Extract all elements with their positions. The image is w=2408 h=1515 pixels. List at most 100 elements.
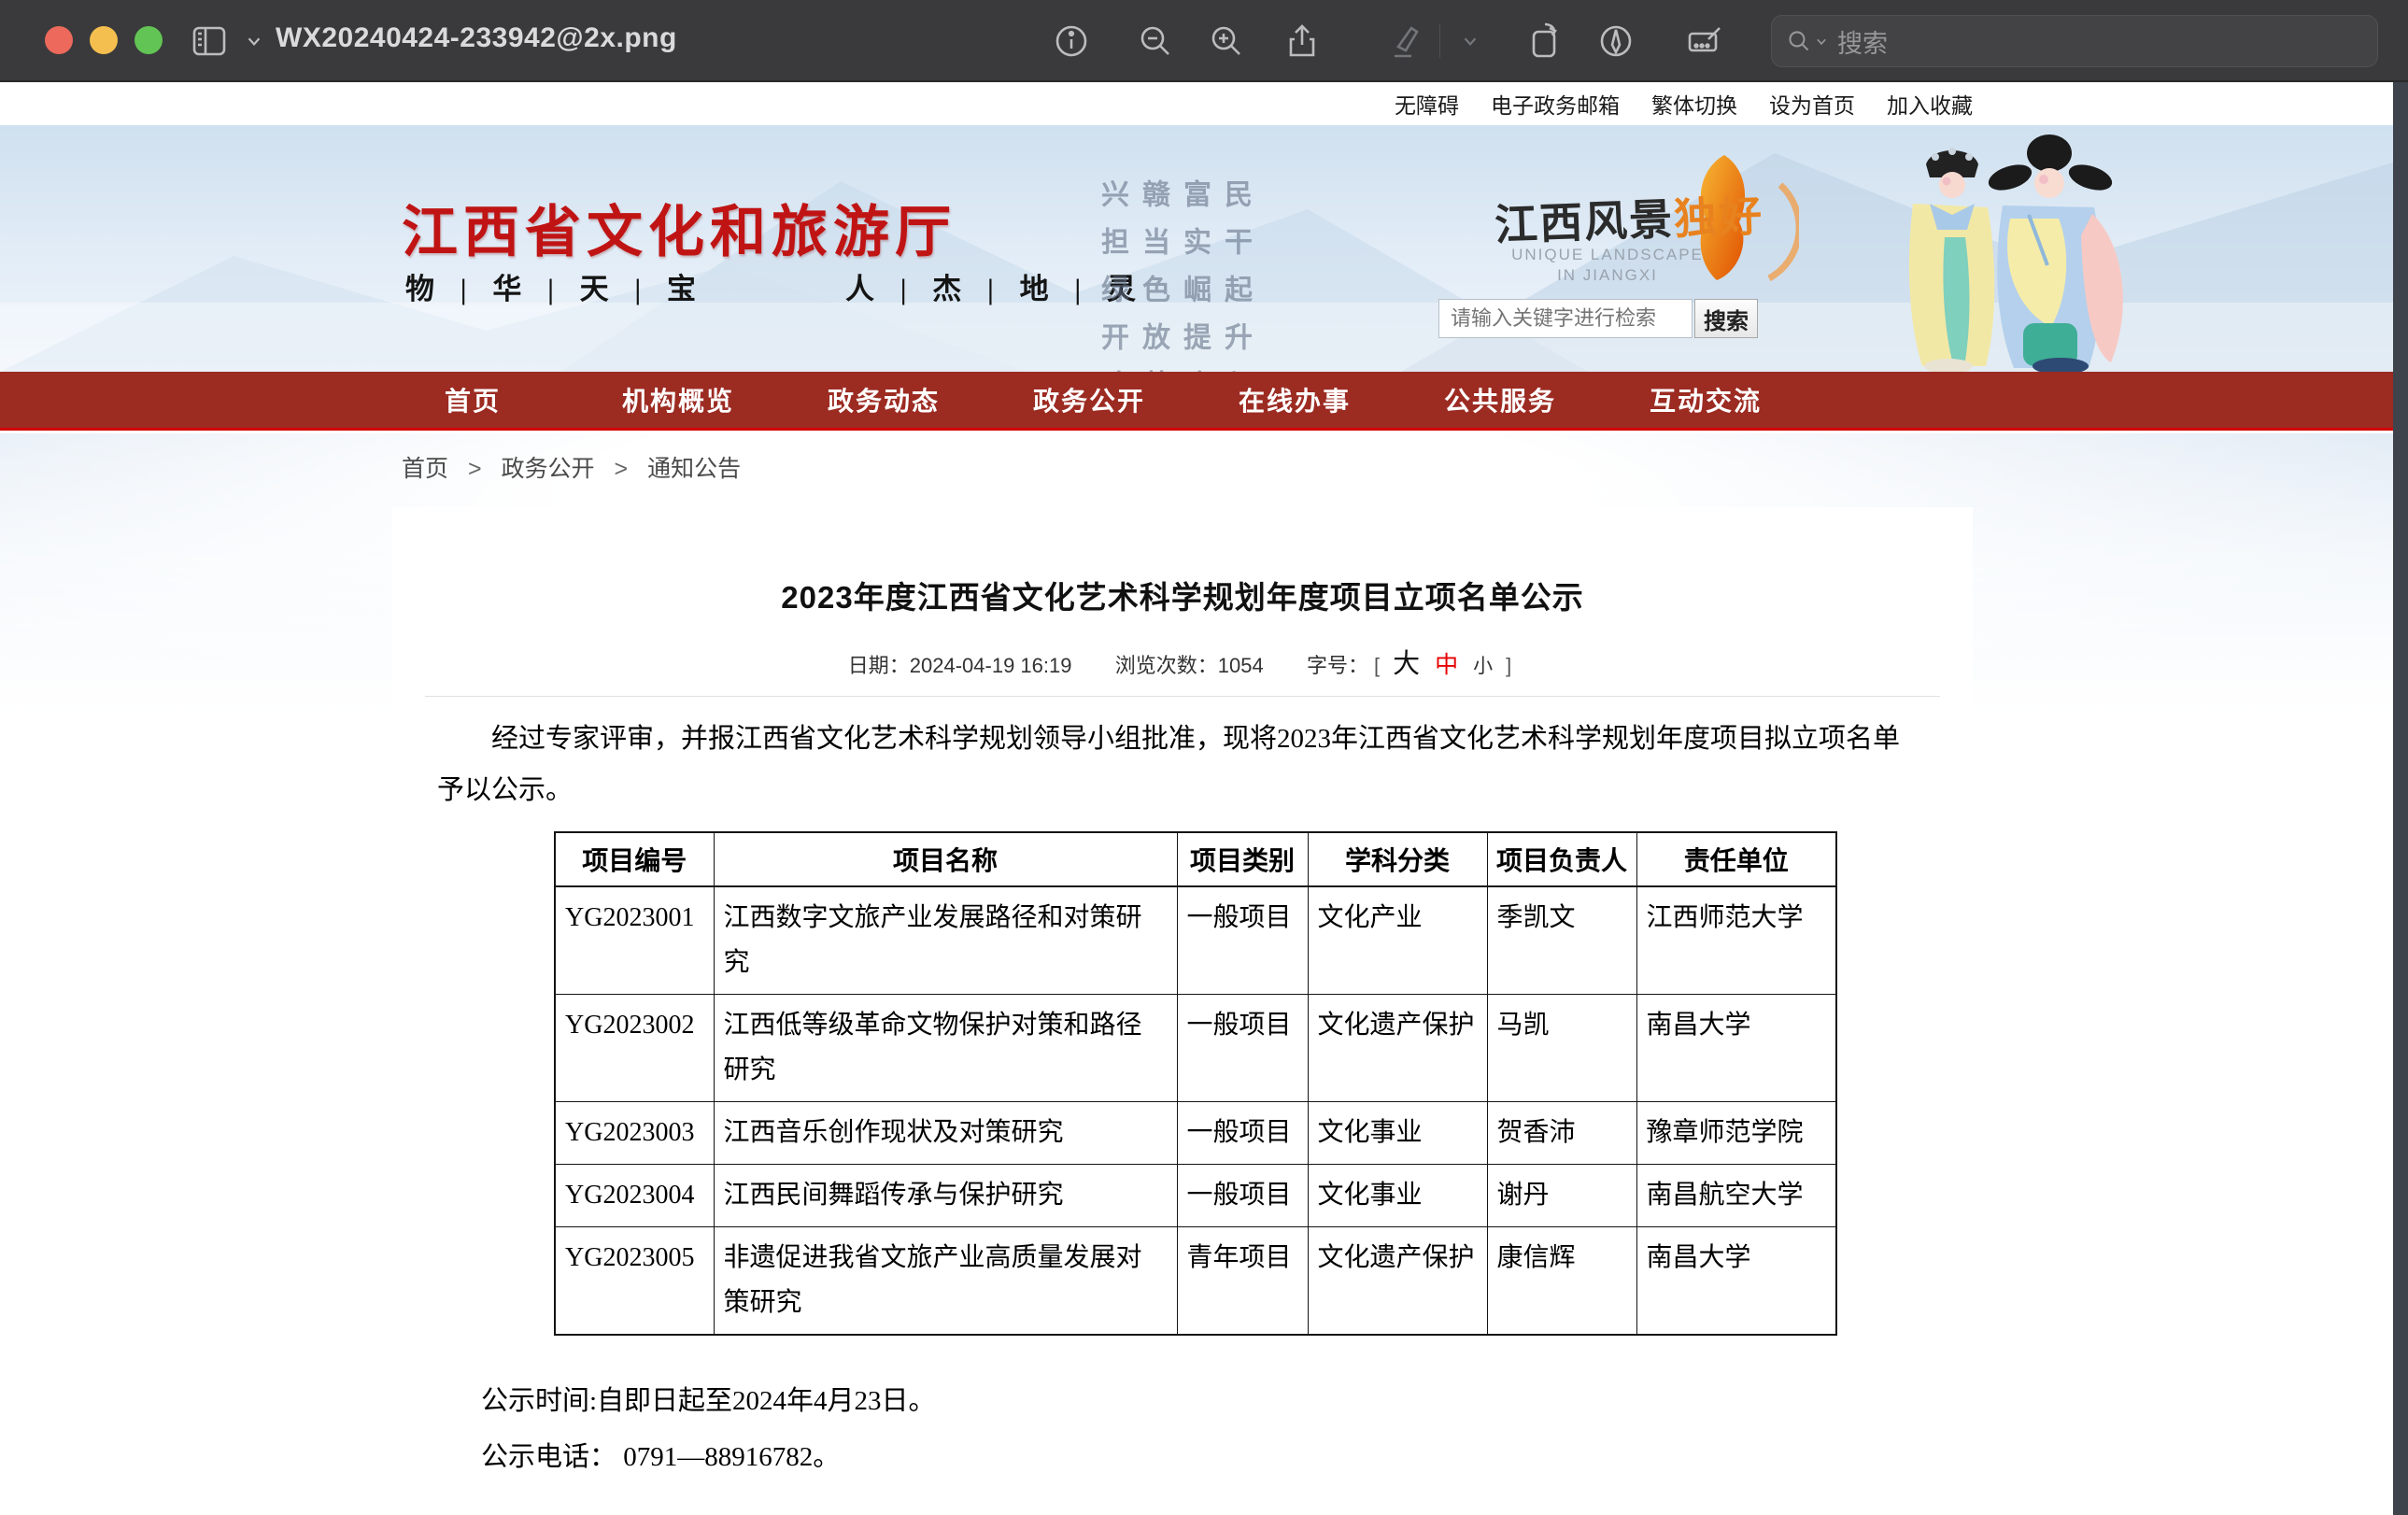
cell-institution: 豫章师范学院 — [1636, 1102, 1836, 1165]
meta-fontsize-label: 字号： — [1307, 654, 1368, 677]
nav-item[interactable]: 首页 — [370, 381, 575, 418]
scenic-logo-subtitle: UNIQUE LANDSCAPE IN JIANGXI — [1500, 245, 1715, 286]
banner-slogan-column: 绿色崛起 — [1091, 275, 1123, 306]
cell-leader: 马凯 — [1487, 995, 1636, 1102]
nav-item[interactable]: 政务动态 — [781, 381, 986, 418]
site-search: 搜索 — [1438, 299, 1758, 338]
utility-links-bar: 无障碍电子政务邮箱繁体切换设为首页加入收藏 — [0, 82, 2393, 125]
table-header-cell: 责任单位 — [1636, 832, 1836, 886]
zoom-in-icon[interactable] — [1202, 17, 1251, 65]
search-icon — [1785, 27, 1813, 55]
scenic-brand-logo: 江西风景独好 UNIQUE LANDSCAPE IN JIANGXI — [1494, 148, 1812, 306]
cell-project-type: 一般项目 — [1177, 886, 1308, 995]
opera-figures-illustration — [1855, 125, 2167, 372]
article-footer: 公示时间:自即日起至2024年4月23日。 公示电话： 0791—8891678… — [392, 1373, 1973, 1485]
notice-period-line: 公示时间:自即日起至2024年4月23日。 — [481, 1373, 1973, 1429]
cell-project-id: YG2023002 — [555, 995, 714, 1102]
cell-project-id: YG2023004 — [555, 1165, 714, 1227]
nav-item[interactable]: 互动交流 — [1603, 381, 1808, 418]
meta-views: 1054 — [1218, 654, 1264, 677]
breadcrumb-home[interactable]: 首页 — [402, 456, 448, 482]
fontsize-medium-button[interactable]: 中 — [1435, 652, 1458, 678]
fullscreen-window-button[interactable] — [135, 26, 163, 54]
motto-left: 物 | 华 | 天 | 宝 — [405, 265, 705, 307]
breadcrumb-current[interactable]: 通知公告 — [647, 456, 741, 482]
cell-project-id: YG2023003 — [555, 1102, 714, 1165]
cell-discipline: 文化事业 — [1308, 1102, 1487, 1165]
meta-divider — [425, 696, 1940, 697]
breadcrumb-section[interactable]: 政务公开 — [502, 456, 595, 482]
main-nav: 首页机构概览政务动态政务公开在线办事公共服务互动交流 — [0, 372, 2393, 431]
meta-date-label: 日期： — [848, 654, 910, 677]
cell-institution: 南昌大学 — [1636, 995, 1836, 1102]
site-title[interactable]: 江西省文化和旅游厅 — [402, 187, 956, 268]
cell-project-id: YG2023005 — [555, 1227, 714, 1336]
notice-phone-line: 公示电话： 0791—88916782。 — [481, 1429, 1973, 1485]
nav-item[interactable]: 公共服务 — [1397, 381, 1603, 418]
site-search-button[interactable]: 搜索 — [1694, 299, 1758, 338]
cell-leader: 谢丹 — [1487, 1165, 1636, 1227]
markup-icon[interactable] — [1592, 17, 1640, 65]
fontsize-small-button[interactable]: 小 — [1473, 656, 1493, 677]
cell-discipline: 文化事业 — [1308, 1165, 1487, 1227]
rotate-icon[interactable] — [1521, 17, 1569, 65]
highlight-pen-icon[interactable] — [1380, 17, 1428, 65]
scenic-logo-text: 江西风景独好 — [1494, 182, 1764, 253]
utility-link[interactable]: 繁体切换 — [1651, 88, 1737, 120]
table-row: YG2023004 江西民间舞蹈传承与保护研究 一般项目 文化事业 谢丹 南昌航… — [555, 1165, 1836, 1227]
nav-item[interactable]: 在线办事 — [1192, 381, 1397, 418]
meta-date: 2024-04-19 16:19 — [910, 654, 1072, 677]
fontsize-large-button[interactable]: 大 — [1393, 649, 1420, 679]
article-title: 2023年度江西省文化艺术科学规划年度项目立项名单公示 — [392, 573, 1973, 617]
window-search-field[interactable]: 搜索 — [1771, 15, 2378, 67]
cell-project-type: 一般项目 — [1177, 1102, 1308, 1165]
banner-slogans: 兴赣富民担当实干绿色崛起开放提升改革攻坚创新引领 — [1091, 179, 1123, 306]
minimize-window-button[interactable] — [90, 26, 118, 54]
sidebar-toggle-icon[interactable] — [185, 17, 234, 65]
sidebar-chevron-down-icon[interactable] — [230, 17, 278, 65]
meta-views-label: 浏览次数： — [1115, 654, 1218, 677]
window-search-placeholder: 搜索 — [1837, 23, 1888, 60]
cell-discipline: 文化产业 — [1308, 886, 1487, 995]
cell-project-name: 非遗促进我省文旅产业高质量发展对策研究 — [714, 1227, 1177, 1336]
window-title: WX20240424-233942@2x.png — [276, 22, 677, 54]
table-row: YG2023001 江西数字文旅产业发展路径和对策研究 一般项目 文化产业 季凯… — [555, 886, 1836, 995]
table-row: YG2023002 江西低等级革命文物保护对策和路径研究 一般项目 文化遗产保护… — [555, 995, 1836, 1102]
bracket: [ — [1374, 654, 1380, 677]
utility-link[interactable]: 加入收藏 — [1887, 88, 1973, 120]
cell-leader: 康信辉 — [1487, 1227, 1636, 1336]
share-icon[interactable] — [1278, 17, 1326, 65]
text-annotation-icon[interactable] — [1680, 17, 1729, 65]
table-header-cell: 项目类别 — [1177, 832, 1308, 886]
cell-project-type: 青年项目 — [1177, 1227, 1308, 1336]
bracket: ] — [1506, 654, 1511, 677]
highlight-chevron-down-icon[interactable] — [1446, 17, 1494, 65]
cell-institution: 南昌航空大学 — [1636, 1165, 1836, 1227]
zoom-out-icon[interactable] — [1131, 17, 1180, 65]
cell-project-type: 一般项目 — [1177, 995, 1308, 1102]
nav-item[interactable]: 政务公开 — [986, 381, 1192, 418]
table-row: YG2023003 江西音乐创作现状及对策研究 一般项目 文化事业 贺香沛 豫章… — [555, 1102, 1836, 1165]
search-scope-chevron-icon — [1813, 33, 1830, 50]
utility-link[interactable]: 设为首页 — [1769, 88, 1855, 120]
cell-institution: 南昌大学 — [1636, 1227, 1836, 1336]
utility-link[interactable]: 电子政务邮箱 — [1491, 88, 1620, 120]
utility-link[interactable]: 无障碍 — [1395, 88, 1459, 120]
cell-project-name: 江西音乐创作现状及对策研究 — [714, 1102, 1177, 1165]
cell-project-id: YG2023001 — [555, 886, 714, 995]
cell-project-type: 一般项目 — [1177, 1165, 1308, 1227]
info-icon[interactable] — [1047, 17, 1096, 65]
article-meta: 日期：2024-04-19 16:19 浏览次数：1054 字号： [ 大中小] — [392, 642, 1973, 681]
close-window-button[interactable] — [45, 26, 73, 54]
cell-institution: 江西师范大学 — [1636, 886, 1836, 995]
nav-item[interactable]: 机构概览 — [575, 381, 781, 418]
cell-leader: 贺香沛 — [1487, 1102, 1636, 1165]
site-motto: 物 | 华 | 天 | 宝 人 | 杰 | 地 | 灵 — [405, 265, 1145, 307]
table-header-cell: 项目名称 — [714, 832, 1177, 886]
window-edge — [2393, 82, 2408, 1515]
site-search-input[interactable] — [1438, 299, 1693, 338]
table-header-cell: 项目负责人 — [1487, 832, 1636, 886]
banner-slogan-column: 担当实干 — [1091, 227, 1123, 259]
site-banner: 江西省文化和旅游厅 物 | 华 | 天 | 宝 人 | 杰 | 地 | 灵 兴赣… — [0, 125, 2393, 372]
table-header-row: 项目编号项目名称项目类别学科分类项目负责人责任单位 — [555, 832, 1836, 886]
